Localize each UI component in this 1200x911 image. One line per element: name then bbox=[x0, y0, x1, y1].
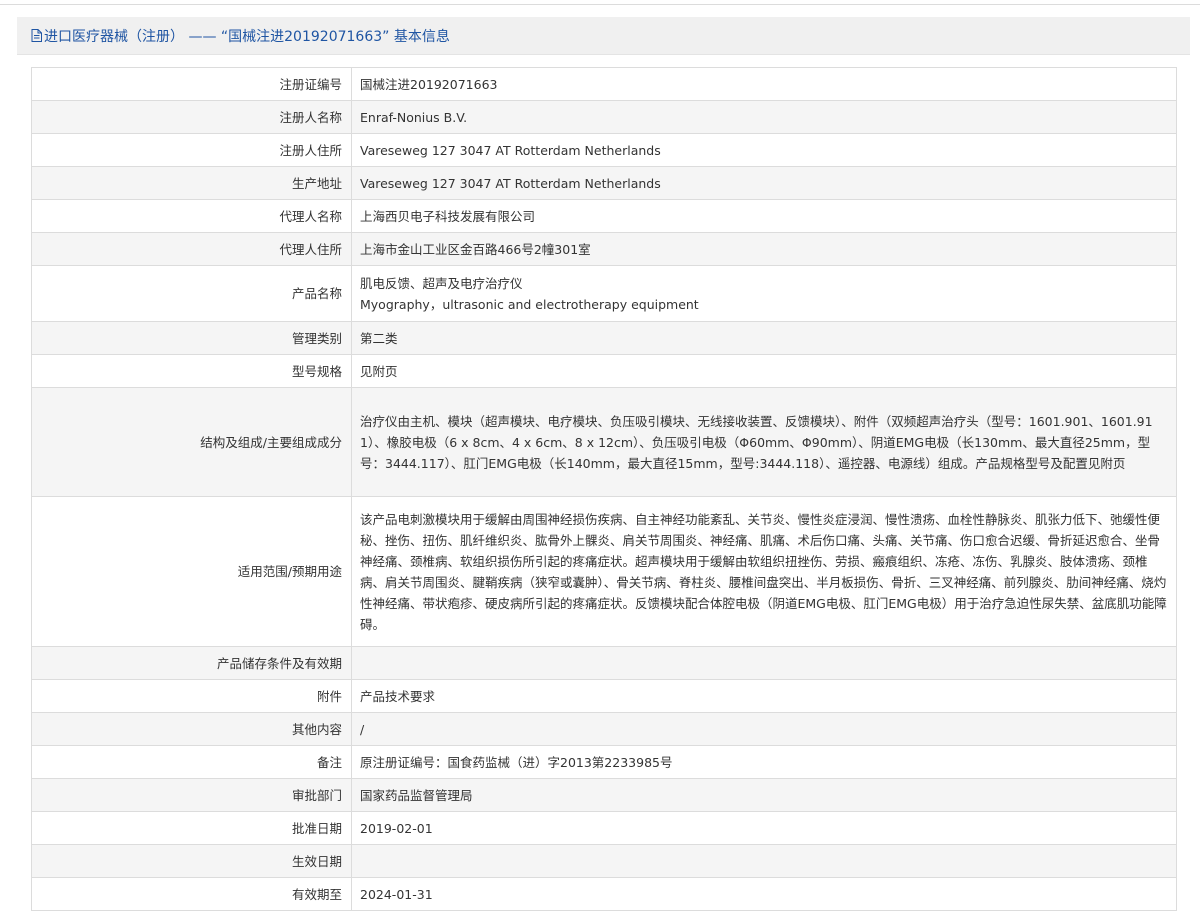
row-value: 2024-01-31 bbox=[351, 877, 1177, 911]
row-value: 肌电反馈、超声及电疗治疗仪 Myography，ultrasonic and e… bbox=[351, 265, 1177, 322]
row-label: 注册证编号 bbox=[31, 67, 352, 101]
panel-header: 进口医疗器械（注册） —— “国械注进20192071663” 基本信息 bbox=[17, 17, 1190, 55]
table-row: 其他内容 / bbox=[31, 712, 1177, 746]
table-row: 备注 原注册证编号：国食药监械（进）字2013第2233985号 bbox=[31, 745, 1177, 779]
row-label: 附件 bbox=[31, 679, 352, 713]
table-row: 有效期至 2024-01-31 bbox=[31, 877, 1177, 911]
row-value: 上海市金山工业区金百路466号2幢301室 bbox=[351, 232, 1177, 266]
row-label: 其他内容 bbox=[31, 712, 352, 746]
row-value bbox=[351, 844, 1177, 878]
row-label: 批准日期 bbox=[31, 811, 352, 845]
info-panel: 进口医疗器械（注册） —— “国械注进20192071663” 基本信息 注册证… bbox=[17, 17, 1190, 911]
row-label: 适用范围/预期用途 bbox=[31, 496, 352, 647]
row-label: 代理人名称 bbox=[31, 199, 352, 233]
row-label: 有效期至 bbox=[31, 877, 352, 911]
row-value: 国家药品监督管理局 bbox=[351, 778, 1177, 812]
table-row: 注册人名称 Enraf-Nonius B.V. bbox=[31, 100, 1177, 134]
table-row: 注册证编号 国械注进20192071663 bbox=[31, 67, 1177, 101]
table-row: 产品储存条件及有效期 bbox=[31, 646, 1177, 680]
table-row: 管理类别 第二类 bbox=[31, 321, 1177, 355]
table-row: 注册人住所 Vareseweg 127 3047 AT Rotterdam Ne… bbox=[31, 133, 1177, 167]
row-value bbox=[351, 646, 1177, 680]
table-row: 代理人住所 上海市金山工业区金百路466号2幢301室 bbox=[31, 232, 1177, 266]
table-row: 代理人名称 上海西贝电子科技发展有限公司 bbox=[31, 199, 1177, 233]
page-title: 进口医疗器械（注册） —— “国械注进20192071663” 基本信息 bbox=[44, 28, 450, 45]
row-label: 代理人住所 bbox=[31, 232, 352, 266]
row-label: 审批部门 bbox=[31, 778, 352, 812]
row-value: 国械注进20192071663 bbox=[351, 67, 1177, 101]
row-value: 原注册证编号：国食药监械（进）字2013第2233985号 bbox=[351, 745, 1177, 779]
product-name-en: Myography，ultrasonic and electrotherapy … bbox=[360, 296, 699, 312]
table-row: 适用范围/预期用途 该产品电刺激模块用于缓解由周围神经损伤疾病、自主神经功能紊乱… bbox=[31, 496, 1177, 647]
table-row: 结构及组成/主要组成成分 治疗仪由主机、模块（超声模块、电疗模块、负压吸引模块、… bbox=[31, 387, 1177, 497]
row-value: Vareseweg 127 3047 AT Rotterdam Netherla… bbox=[351, 166, 1177, 200]
product-name-cn: 肌电反馈、超声及电疗治疗仪 bbox=[360, 275, 523, 291]
info-table: 注册证编号 国械注进20192071663 注册人名称 Enraf-Nonius… bbox=[31, 67, 1177, 911]
row-value: 上海西贝电子科技发展有限公司 bbox=[351, 199, 1177, 233]
row-label: 生效日期 bbox=[31, 844, 352, 878]
row-label: 产品储存条件及有效期 bbox=[31, 646, 352, 680]
row-label: 注册人住所 bbox=[31, 133, 352, 167]
row-value: 见附页 bbox=[351, 354, 1177, 388]
row-value: Enraf-Nonius B.V. bbox=[351, 100, 1177, 134]
row-label: 备注 bbox=[31, 745, 352, 779]
row-value: 2019-02-01 bbox=[351, 811, 1177, 845]
row-label: 注册人名称 bbox=[31, 100, 352, 134]
table-row: 生效日期 bbox=[31, 844, 1177, 878]
row-label: 产品名称 bbox=[31, 265, 352, 322]
row-value: 产品技术要求 bbox=[351, 679, 1177, 713]
table-row: 批准日期 2019-02-01 bbox=[31, 811, 1177, 845]
row-value: 该产品电刺激模块用于缓解由周围神经损伤疾病、自主神经功能紊乱、关节炎、慢性炎症浸… bbox=[351, 496, 1177, 647]
row-value: 治疗仪由主机、模块（超声模块、电疗模块、负压吸引模块、无线接收装置、反馈模块）、… bbox=[351, 387, 1177, 497]
table-row: 产品名称 肌电反馈、超声及电疗治疗仪 Myography，ultrasonic … bbox=[31, 265, 1177, 322]
row-label: 管理类别 bbox=[31, 321, 352, 355]
document-icon bbox=[31, 29, 42, 42]
top-divider bbox=[0, 4, 1200, 5]
row-label: 结构及组成/主要组成成分 bbox=[31, 387, 352, 497]
row-label: 型号规格 bbox=[31, 354, 352, 388]
table-row: 审批部门 国家药品监督管理局 bbox=[31, 778, 1177, 812]
row-value: / bbox=[351, 712, 1177, 746]
row-value: Vareseweg 127 3047 AT Rotterdam Netherla… bbox=[351, 133, 1177, 167]
table-row: 生产地址 Vareseweg 127 3047 AT Rotterdam Net… bbox=[31, 166, 1177, 200]
row-label: 生产地址 bbox=[31, 166, 352, 200]
row-value: 第二类 bbox=[351, 321, 1177, 355]
table-row: 附件 产品技术要求 bbox=[31, 679, 1177, 713]
table-row: 型号规格 见附页 bbox=[31, 354, 1177, 388]
